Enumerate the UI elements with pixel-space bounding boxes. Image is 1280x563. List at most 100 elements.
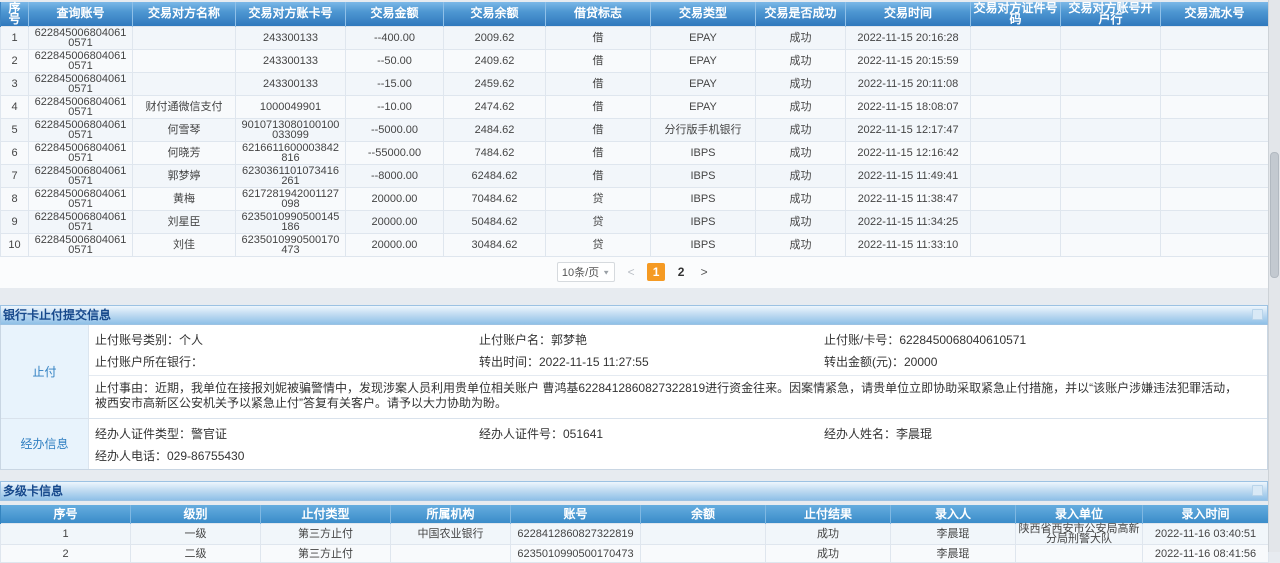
table-cell: 6228450068040610571 [29, 72, 133, 95]
stop-payment-fields: 止付账号类别：个人 止付账户名：郭梦艳 止付账/卡号：6228450068040… [89, 325, 1267, 375]
table-row: 86228450068040610571黄梅621728194200112709… [1, 187, 1269, 210]
table-cell: 243300133 [236, 26, 346, 49]
collapse-icon[interactable] [1252, 309, 1263, 320]
table-cell: 6 [1, 141, 29, 164]
table-cell: 6228412860827322819 [511, 524, 641, 545]
table-cell: 何晓芳 [133, 141, 236, 164]
page-number-1[interactable]: 1 [647, 263, 665, 281]
table-cell [1061, 164, 1161, 187]
page-size-select[interactable]: 10条/页 ▼ [557, 262, 615, 282]
table-cell: 2022-11-16 08:41:56 [1143, 545, 1269, 563]
table-cell: 2484.62 [444, 118, 546, 141]
table-cell [133, 72, 236, 95]
table-cell: --8000.00 [346, 164, 444, 187]
column-header: 序号 [1, 505, 131, 524]
column-header: 交易对方账卡号 [236, 2, 346, 26]
table-cell: 1 [1, 26, 29, 49]
field-account-bank: 止付账户所在银行： [95, 351, 479, 373]
table-row: 26228450068040610571243300133--50.002409… [1, 49, 1269, 72]
table-cell [971, 95, 1061, 118]
table-cell: 分行版手机银行 [651, 118, 756, 141]
table-cell: 陕西省西安市公安局高新分局刑警大队 [1016, 524, 1143, 545]
table-cell: 成功 [756, 95, 846, 118]
table-cell [641, 545, 766, 563]
multicard-table: 序号级别止付类型所属机构账号余额止付结果录入人录入单位录入时间1一级第三方止付中… [0, 505, 1269, 563]
table-cell: 9010713080100100033099 [236, 118, 346, 141]
table-cell [1161, 49, 1269, 72]
table-cell: 李晨琨 [891, 545, 1016, 563]
table-cell: 2409.62 [444, 49, 546, 72]
table-header-row: 序号级别止付类型所属机构账号余额止付结果录入人录入单位录入时间 [1, 505, 1269, 524]
column-header: 查询账号 [29, 2, 133, 26]
table-cell: 2474.62 [444, 95, 546, 118]
table-cell [1161, 141, 1269, 164]
prev-page-button[interactable]: < [624, 265, 638, 279]
field-account-name: 止付账户名：郭梦艳 [479, 329, 824, 351]
table-cell: EPAY [651, 72, 756, 95]
next-page-button[interactable]: > [697, 265, 711, 279]
column-header: 录入人 [891, 505, 1016, 524]
table-cell [971, 164, 1061, 187]
table-cell: 何雪琴 [133, 118, 236, 141]
table-cell: 8 [1, 187, 29, 210]
table-cell [391, 545, 511, 563]
table-cell: 6228450068040610571 [29, 187, 133, 210]
page-number-2[interactable]: 2 [674, 265, 688, 279]
table-cell: 成功 [756, 72, 846, 95]
column-header: 交易对方名称 [133, 2, 236, 26]
table-cell: 243300133 [236, 49, 346, 72]
table-cell [1061, 49, 1161, 72]
table-cell: 2022-11-15 12:17:47 [846, 118, 971, 141]
scrollbar-track[interactable] [1268, 0, 1280, 552]
table-row: 56228450068040610571何雪琴90107130801001000… [1, 118, 1269, 141]
table-cell: 6235010990500170473 [511, 545, 641, 563]
collapse-icon[interactable] [1252, 485, 1263, 496]
table-row: 76228450068040610571郭梦婷62303611010734162… [1, 164, 1269, 187]
table-cell: 50484.62 [444, 210, 546, 233]
table-cell [971, 49, 1061, 72]
table-cell: 10 [1, 233, 29, 256]
table-cell: 2 [1, 545, 131, 563]
table-cell: 2459.62 [444, 72, 546, 95]
table-cell: 借 [546, 26, 651, 49]
table-cell: 2022-11-15 11:38:47 [846, 187, 971, 210]
multicard-section-title: 多级卡信息 [3, 482, 1252, 499]
column-header: 交易时间 [846, 2, 971, 26]
table-cell: 62484.62 [444, 164, 546, 187]
column-header: 交易流水号 [1161, 2, 1269, 26]
table-row: 16228450068040610571243300133--400.00200… [1, 26, 1269, 49]
table-cell: 6228450068040610571 [29, 164, 133, 187]
scrollbar-thumb[interactable] [1270, 152, 1279, 278]
table-cell: 20000.00 [346, 187, 444, 210]
field-transfer-amount: 转出金额(元)：20000 [824, 351, 1267, 373]
column-header: 交易余额 [444, 2, 546, 26]
table-cell: 借 [546, 141, 651, 164]
column-header: 止付结果 [766, 505, 891, 524]
table-cell: 6228450068040610571 [29, 49, 133, 72]
table-cell: 6235010990500145186 [236, 210, 346, 233]
table-cell [1161, 95, 1269, 118]
multicard-section-bar: 多级卡信息 [0, 481, 1268, 501]
table-cell [1061, 95, 1161, 118]
table-cell: 二级 [131, 545, 261, 563]
table-cell: 6228450068040610571 [29, 95, 133, 118]
table-cell [641, 524, 766, 545]
field-agent-phone: 经办人电话：029-86755430 [95, 445, 479, 467]
table-row: 36228450068040610571243300133--15.002459… [1, 72, 1269, 95]
field-agent-id-type: 经办人证件类型：警官证 [95, 423, 479, 445]
table-cell [971, 141, 1061, 164]
table-cell: 第三方止付 [261, 524, 391, 545]
table-cell [1161, 26, 1269, 49]
column-header: 交易金额 [346, 2, 444, 26]
table-cell [1161, 187, 1269, 210]
table-cell: 借 [546, 118, 651, 141]
table-cell: 成功 [756, 233, 846, 256]
stop-payment-section-title: 银行卡止付提交信息 [3, 306, 1252, 323]
table-cell: 6228450068040610571 [29, 26, 133, 49]
field-account-type: 止付账号类别：个人 [95, 329, 479, 351]
table-cell: 20000.00 [346, 210, 444, 233]
table-cell: --5000.00 [346, 118, 444, 141]
main-content: 序号查询账号交易对方名称交易对方账卡号交易金额交易余额借贷标志交易类型交易是否成… [0, 0, 1268, 563]
table-cell: 成功 [756, 26, 846, 49]
table-cell: 成功 [756, 141, 846, 164]
